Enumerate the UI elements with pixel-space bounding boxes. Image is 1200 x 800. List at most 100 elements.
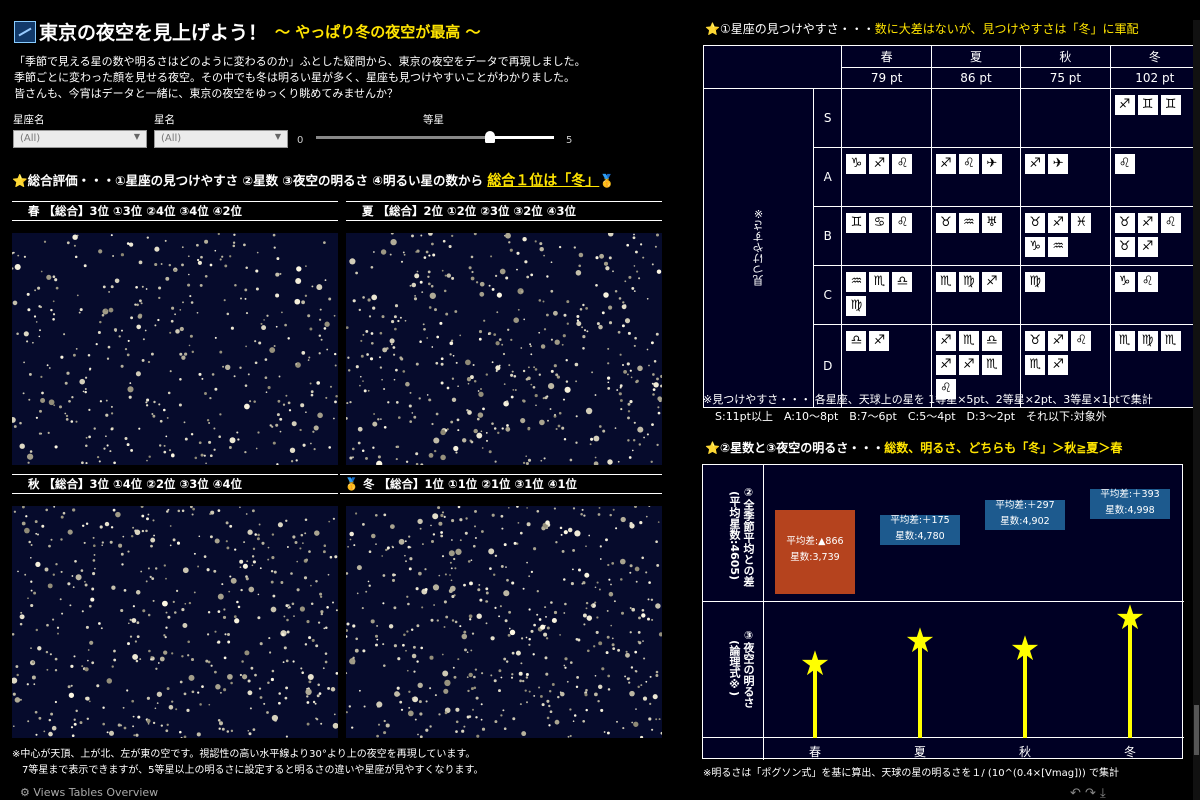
- constellation-filter-dropdown[interactable]: (All) ▼: [13, 130, 147, 148]
- constellation-icon[interactable]: ♌: [958, 154, 979, 174]
- constellation-icon[interactable]: ♌: [892, 213, 913, 233]
- constellation-icon[interactable]: ♉: [1114, 237, 1135, 257]
- constellation-icon[interactable]: ✈: [1048, 154, 1069, 174]
- constellation-icon[interactable]: ♏: [1025, 355, 1046, 375]
- constellation-icon[interactable]: ♌: [892, 154, 913, 174]
- constellation-icon[interactable]: ♏: [1160, 331, 1181, 351]
- summer-sky-map[interactable]: [346, 233, 662, 465]
- star-point: [93, 427, 96, 430]
- star-point: [370, 341, 374, 345]
- constellation-icon[interactable]: ♍: [958, 272, 979, 292]
- winter-sky-map[interactable]: [346, 506, 662, 738]
- constellation-icon[interactable]: ♏: [958, 331, 979, 351]
- constellation-icon[interactable]: ✈: [981, 154, 1002, 174]
- constellation-icon[interactable]: ♍: [1137, 331, 1158, 351]
- constellation-icon[interactable]: ♉: [1114, 213, 1135, 233]
- constellation-icon[interactable]: ♐: [869, 331, 890, 351]
- star-point: [614, 427, 617, 429]
- star-point: [556, 375, 560, 379]
- toolbar-actions[interactable]: ↶ ↷ ⤓: [1070, 786, 1106, 800]
- constellation-icon[interactable]: ♉: [1025, 213, 1046, 233]
- star-point: [221, 255, 224, 258]
- autumn-sky-header-text: 秋 【総合】3位 ①4位 ②2位 ③3位 ④4位: [28, 477, 242, 491]
- constellation-icon[interactable]: ♐: [958, 355, 979, 375]
- constellation-icon[interactable]: ♐: [1048, 355, 1069, 375]
- constellation-icon[interactable]: ♐: [1025, 154, 1046, 174]
- star-filter-dropdown[interactable]: (All) ▼: [154, 130, 288, 148]
- constellation-icon[interactable]: ♑: [1114, 272, 1135, 292]
- constellation-icon[interactable]: ♉: [1025, 331, 1046, 351]
- constellation-icon[interactable]: ♒: [1048, 237, 1069, 257]
- star-point: [441, 555, 445, 558]
- constellation-icon[interactable]: ♌: [1071, 331, 1092, 351]
- constellation-icon[interactable]: ♎: [981, 331, 1002, 351]
- star-point: [349, 456, 353, 460]
- constellation-icon[interactable]: ♏: [869, 272, 890, 292]
- constellation-icon[interactable]: ♅: [981, 213, 1002, 233]
- constellation-icon[interactable]: ♐: [935, 355, 956, 375]
- star-point: [582, 719, 586, 723]
- constellation-icon[interactable]: ♏: [1114, 331, 1135, 351]
- star-point: [306, 722, 310, 726]
- star-point: [98, 622, 101, 625]
- constellation-icon[interactable]: ♒: [958, 213, 979, 233]
- constellation-icon[interactable]: ♊: [1137, 95, 1158, 115]
- constellation-icon[interactable]: ♌: [1137, 272, 1158, 292]
- star-point: [495, 365, 501, 371]
- constellation-icon[interactable]: ♎: [846, 331, 867, 351]
- constellation-icon[interactable]: ♏: [981, 355, 1002, 375]
- star-point: [421, 291, 424, 293]
- brightness-star-marker[interactable]: ★: [1005, 632, 1045, 666]
- visibility-note-line: S:11pt以上 A:10〜8pt B:7〜6pt C:5〜4pt D:3〜2p…: [715, 410, 1107, 423]
- star-point: [31, 675, 36, 680]
- spring-sky-map[interactable]: [12, 233, 338, 465]
- brightness-star-marker[interactable]: ★: [795, 647, 835, 681]
- constellation-icon[interactable]: ♏: [935, 272, 956, 292]
- star-point: [257, 533, 260, 537]
- star-point: [304, 518, 308, 521]
- autumn-sky-map[interactable]: [12, 506, 338, 738]
- constellation-icon[interactable]: ♓: [1071, 213, 1092, 233]
- constellation-icon[interactable]: ♒: [846, 272, 867, 292]
- constellation-icon[interactable]: ♎: [892, 272, 913, 292]
- star-point: [265, 391, 268, 394]
- constellation-icon[interactable]: ♍: [846, 296, 867, 316]
- constellation-icon[interactable]: ♐: [1048, 331, 1069, 351]
- constellation-icon[interactable]: ♐: [1048, 213, 1069, 233]
- bottom-toolbar[interactable]: ⚙ Views Tables Overview: [20, 786, 158, 799]
- magnitude-slider-handle[interactable]: [485, 131, 495, 143]
- constellation-icon[interactable]: ♐: [869, 154, 890, 174]
- constellation-icon[interactable]: ♐: [1137, 237, 1158, 257]
- constellation-icon[interactable]: ♐: [935, 154, 956, 174]
- constellation-icon[interactable]: ♍: [1025, 272, 1046, 292]
- star-point: [611, 637, 614, 640]
- star-point: [631, 286, 635, 290]
- constellation-icon[interactable]: ♐: [1137, 213, 1158, 233]
- intro-line: 「季節で見える星の数や明るさはどのように変わるのか」ふとした疑問から、東京の夜空…: [14, 55, 586, 68]
- constellation-icon[interactable]: ♐: [1114, 95, 1135, 115]
- star-point: [347, 545, 349, 548]
- constellation-icon[interactable]: ♐: [981, 272, 1002, 292]
- constellation-icon[interactable]: ♋: [869, 213, 890, 233]
- page-scrollbar[interactable]: [1193, 20, 1200, 800]
- constellation-icon[interactable]: ♌: [1160, 213, 1181, 233]
- star-point: [370, 619, 375, 624]
- star-point: [590, 437, 594, 441]
- constellation-icon[interactable]: ♑: [846, 154, 867, 174]
- visibility-cell: ♐ ♌ ✈: [930, 147, 1022, 207]
- season-points: 102 pt: [1109, 67, 1200, 89]
- brightness-star-marker[interactable]: ★: [900, 624, 940, 658]
- brightness-star-marker[interactable]: ★: [1110, 601, 1150, 635]
- star-point: [93, 544, 96, 547]
- constellation-icon[interactable]: ♊: [846, 213, 867, 233]
- star-point: [153, 534, 156, 537]
- star-point: [425, 250, 429, 254]
- constellation-icon[interactable]: ♐: [935, 331, 956, 351]
- constellation-icon[interactable]: ♌: [1114, 154, 1135, 174]
- constellation-icon[interactable]: ♊: [1160, 95, 1181, 115]
- star-point: [335, 672, 338, 675]
- constellation-icon[interactable]: ♑: [1025, 237, 1046, 257]
- star-point: [165, 435, 168, 438]
- constellation-icon[interactable]: ♉: [935, 213, 956, 233]
- star-point: [320, 722, 323, 725]
